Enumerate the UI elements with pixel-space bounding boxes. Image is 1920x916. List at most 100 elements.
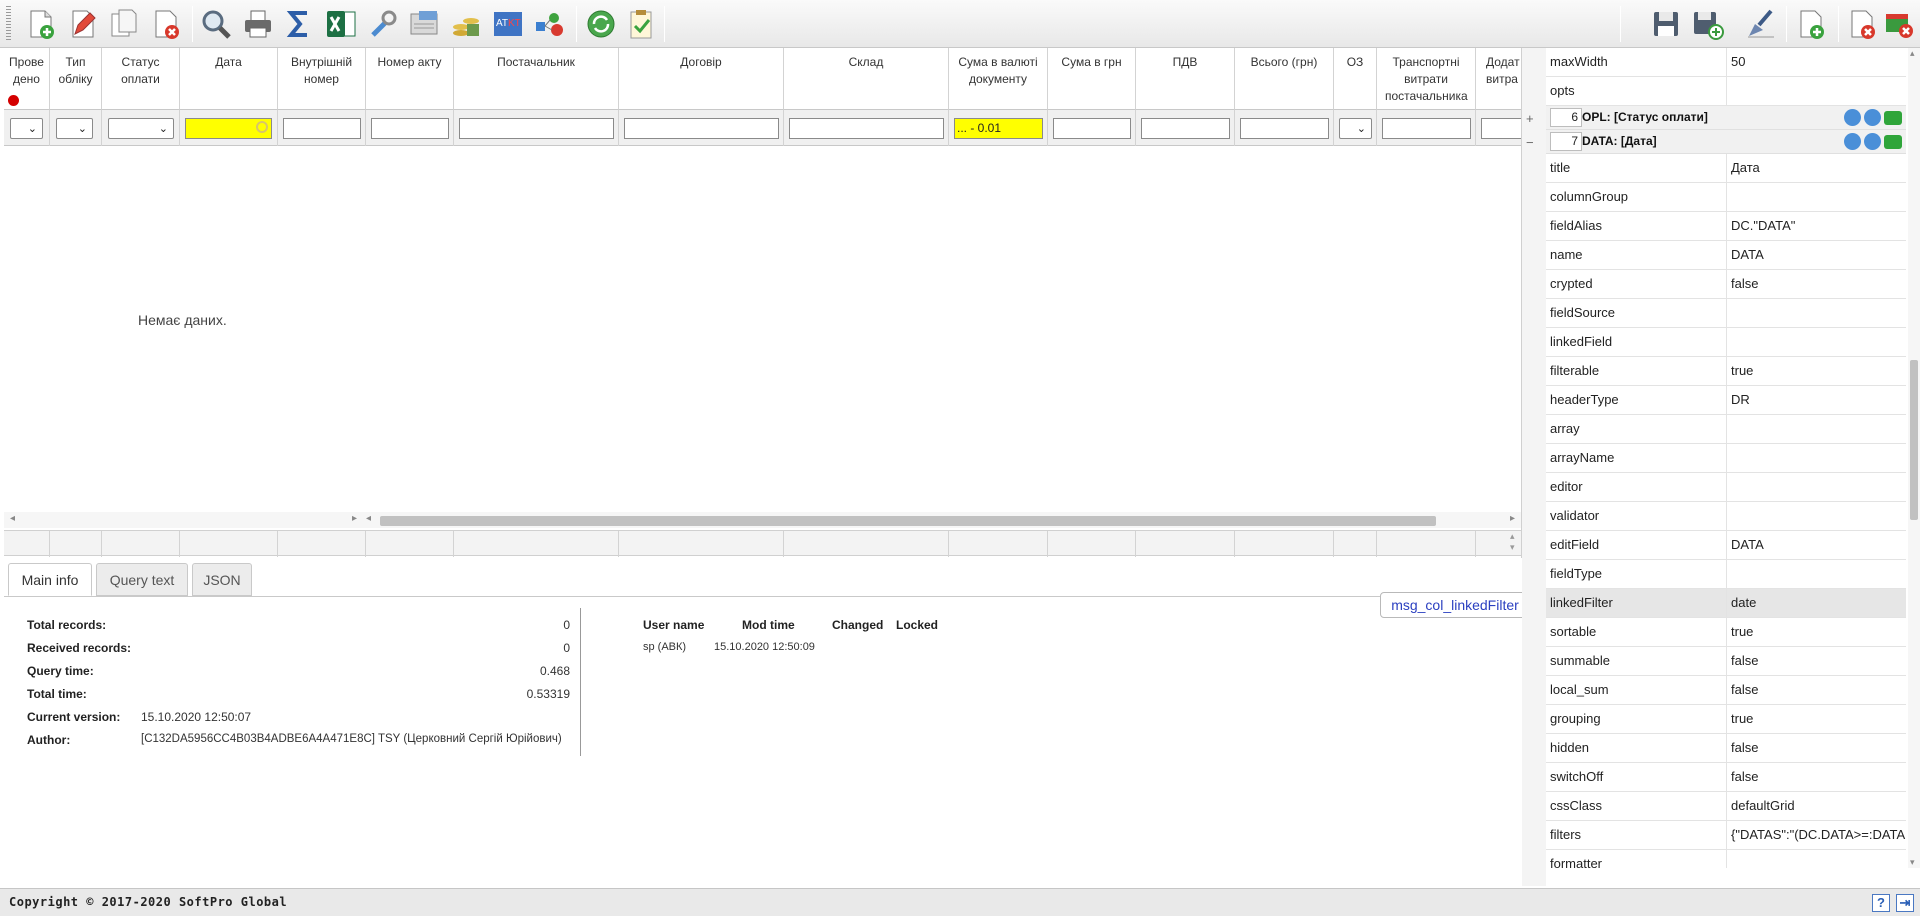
properties-scrollbar[interactable]: ▴ ▾: [1908, 48, 1920, 868]
property-row[interactable]: linkedField: [1546, 328, 1906, 357]
expand-group-icon[interactable]: +: [1526, 111, 1534, 126]
property-value[interactable]: [1726, 328, 1906, 357]
group-order-input[interactable]: 7: [1550, 132, 1582, 151]
property-row[interactable]: summable false: [1546, 647, 1906, 676]
column-header[interactable]: ОЗ: [1334, 48, 1377, 110]
save-button[interactable]: [1647, 4, 1685, 44]
property-value[interactable]: [1726, 77, 1906, 106]
property-value[interactable]: defaultGrid: [1726, 792, 1906, 821]
property-row[interactable]: fieldAlias DC."DATA": [1546, 212, 1906, 241]
filter-select[interactable]: ⌄: [10, 118, 43, 139]
property-value[interactable]: [1726, 850, 1906, 868]
dependencies-button[interactable]: [530, 4, 568, 44]
property-row[interactable]: linkedFilter date: [1546, 589, 1906, 618]
property-value[interactable]: [1726, 473, 1906, 502]
settings-button[interactable]: [364, 4, 402, 44]
column-header[interactable]: Договір: [619, 48, 784, 110]
scroll-up-icon[interactable]: ▴: [1910, 48, 1915, 59]
property-row[interactable]: filterable true: [1546, 357, 1906, 386]
column-header[interactable]: Транспортні витрати постачальника: [1377, 48, 1476, 110]
column-header[interactable]: Тип обліку: [50, 48, 102, 110]
property-value[interactable]: false: [1726, 647, 1906, 676]
tab-json[interactable]: JSON: [192, 563, 252, 596]
property-value[interactable]: DR: [1726, 386, 1906, 415]
logout-button[interactable]: ⇥: [1896, 894, 1914, 912]
property-row[interactable]: editor: [1546, 473, 1906, 502]
copy-button[interactable]: [105, 4, 143, 44]
filter-input[interactable]: [371, 118, 449, 139]
property-row[interactable]: opts: [1546, 77, 1906, 106]
group-order-input[interactable]: 6: [1550, 108, 1582, 127]
filter-input[interactable]: [1053, 118, 1131, 139]
move-down-icon[interactable]: [1864, 133, 1881, 150]
delete-button[interactable]: [147, 4, 185, 44]
property-row[interactable]: hidden false: [1546, 734, 1906, 763]
property-value[interactable]: false: [1726, 270, 1906, 299]
property-row[interactable]: switchOff false: [1546, 763, 1906, 792]
column-header[interactable]: Дата: [180, 48, 278, 110]
property-row[interactable]: maxWidth 50: [1546, 48, 1906, 77]
add-column-button[interactable]: [1792, 4, 1830, 44]
filter-input[interactable]: [1382, 118, 1471, 139]
property-value[interactable]: true: [1726, 357, 1906, 386]
log-button[interactable]: [405, 4, 443, 44]
property-value[interactable]: [1726, 444, 1906, 473]
date-filter-input[interactable]: [185, 118, 272, 139]
filter-select[interactable]: ⌄: [56, 118, 93, 139]
property-row[interactable]: title Дата: [1546, 154, 1906, 183]
filter-select[interactable]: ⌄: [108, 118, 174, 139]
sum-button[interactable]: [280, 4, 318, 44]
column-header[interactable]: Внутрішній номер: [278, 48, 366, 110]
property-value[interactable]: Дата: [1726, 154, 1906, 183]
search-button[interactable]: [197, 4, 235, 44]
excel-export-button[interactable]: [322, 4, 360, 44]
column-header[interactable]: Постачальник: [454, 48, 619, 110]
property-row[interactable]: local_sum false: [1546, 676, 1906, 705]
print-button[interactable]: [239, 4, 277, 44]
property-row[interactable]: grouping true: [1546, 705, 1906, 734]
property-value[interactable]: false: [1726, 734, 1906, 763]
approve-button[interactable]: [622, 4, 660, 44]
edit-button[interactable]: [64, 4, 102, 44]
property-value[interactable]: [1726, 560, 1906, 589]
property-row[interactable]: columnGroup: [1546, 183, 1906, 212]
property-row[interactable]: arrayName: [1546, 444, 1906, 473]
panel-splitter[interactable]: [1522, 48, 1546, 886]
tab-query-text[interactable]: Query text: [96, 563, 188, 596]
tab-main-info[interactable]: Main info: [8, 563, 92, 596]
property-value[interactable]: 50: [1726, 48, 1906, 77]
filter-input[interactable]: [624, 118, 779, 139]
summary-scroll-icon[interactable]: ▴ ▾: [1510, 531, 1515, 553]
property-row[interactable]: array: [1546, 415, 1906, 444]
save-as-button[interactable]: [1689, 4, 1727, 44]
property-row[interactable]: fieldType: [1546, 560, 1906, 589]
move-up-icon[interactable]: [1844, 109, 1861, 126]
sum-filter-input[interactable]: ... - 0.01: [954, 118, 1043, 139]
collapse-group-icon[interactable]: −: [1526, 135, 1534, 150]
property-value[interactable]: DATA: [1726, 531, 1906, 560]
clear-button[interactable]: [1742, 4, 1780, 44]
property-value[interactable]: [1726, 183, 1906, 212]
scroll-left-icon[interactable]: ◂: [366, 513, 371, 524]
property-row[interactable]: fieldSource: [1546, 299, 1906, 328]
property-value[interactable]: [1726, 299, 1906, 328]
toggle-column-icon[interactable]: [1884, 111, 1902, 125]
property-row[interactable]: validator: [1546, 502, 1906, 531]
property-value[interactable]: [1726, 502, 1906, 531]
help-button[interactable]: ?: [1872, 894, 1890, 912]
property-value[interactable]: {"DATAS":"(DC.DATA>=:DATA: [1726, 821, 1906, 850]
property-row[interactable]: filters {"DATAS":"(DC.DATA>=:DATA: [1546, 821, 1906, 850]
column-header[interactable]: Номер акту: [366, 48, 454, 110]
property-group-opl[interactable]: 6 OPL: [Статус оплати]: [1546, 106, 1906, 130]
column-header[interactable]: Статус оплати: [102, 48, 180, 110]
refresh-button[interactable]: [582, 4, 620, 44]
new-document-button[interactable]: [22, 4, 60, 44]
filter-input[interactable]: [283, 118, 361, 139]
property-row[interactable]: editField DATA: [1546, 531, 1906, 560]
column-header[interactable]: Всього (грн): [1235, 48, 1334, 110]
scroll-right-icon[interactable]: ▸: [352, 513, 357, 524]
property-value[interactable]: true: [1726, 618, 1906, 647]
scroll-down-icon[interactable]: ▾: [1910, 857, 1915, 868]
property-value[interactable]: false: [1726, 676, 1906, 705]
property-value[interactable]: DC."DATA": [1726, 212, 1906, 241]
